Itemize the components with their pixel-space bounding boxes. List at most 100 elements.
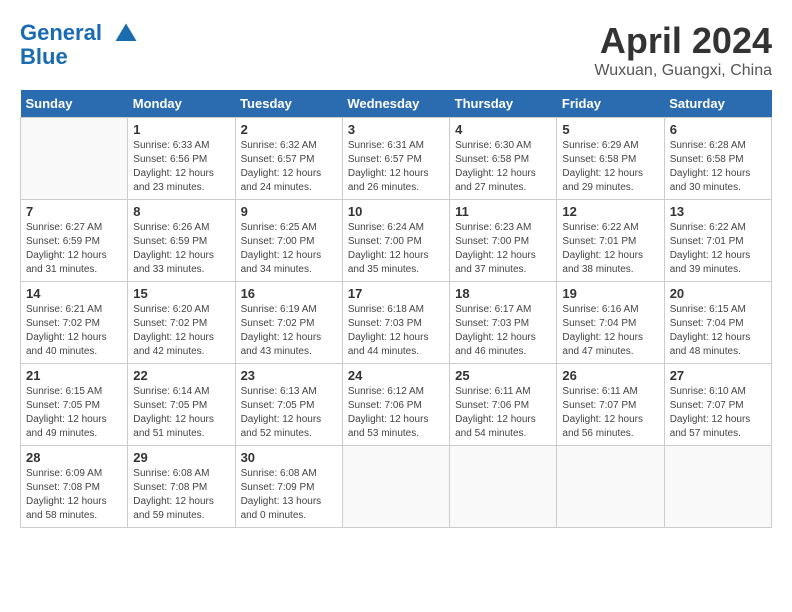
- calendar-cell: 12 Sunrise: 6:22 AM Sunset: 7:01 PM Dayli…: [557, 200, 664, 282]
- day-number: 2: [241, 122, 337, 137]
- calendar-cell: 16 Sunrise: 6:19 AM Sunset: 7:02 PM Dayli…: [235, 282, 342, 364]
- calendar-cell: 21 Sunrise: 6:15 AM Sunset: 7:05 PM Dayli…: [21, 364, 128, 446]
- day-info: Sunrise: 6:10 AM Sunset: 7:07 PM Dayligh…: [670, 385, 766, 441]
- weekday-monday: Monday: [128, 90, 235, 118]
- day-info: Sunrise: 6:25 AM Sunset: 7:00 PM Dayligh…: [241, 221, 337, 277]
- day-number: 23: [241, 368, 337, 383]
- calendar-cell: [664, 446, 771, 528]
- day-number: 14: [26, 286, 122, 301]
- day-info: Sunrise: 6:27 AM Sunset: 6:59 PM Dayligh…: [26, 221, 122, 277]
- day-number: 4: [455, 122, 551, 137]
- weekday-friday: Friday: [557, 90, 664, 118]
- weekday-wednesday: Wednesday: [342, 90, 449, 118]
- location: Wuxuan, Guangxi, China: [594, 62, 772, 80]
- calendar-cell: 19Sunrise: 6:16 AM Sunset: 7:04 PM Dayli…: [557, 282, 664, 364]
- logo: General Blue: [20, 20, 140, 70]
- week-row-5: 28 Sunrise: 6:09 AM Sunset: 7:08 PM Dayli…: [21, 446, 772, 528]
- day-info: Sunrise: 6:15 AM Sunset: 7:04 PM Dayligh…: [670, 303, 766, 359]
- day-number: 20: [670, 286, 766, 301]
- week-row-1: 1Sunrise: 6:33 AM Sunset: 6:56 PM Daylig…: [21, 118, 772, 200]
- calendar-cell: 28 Sunrise: 6:09 AM Sunset: 7:08 PM Dayli…: [21, 446, 128, 528]
- day-number: 24: [348, 368, 444, 383]
- day-number: 21: [26, 368, 122, 383]
- calendar-cell: [342, 446, 449, 528]
- page-header: General Blue April 2024 Wuxuan, Guangxi,…: [20, 20, 772, 80]
- calendar-cell: 26 Sunrise: 6:11 AM Sunset: 7:07 PM Dayli…: [557, 364, 664, 446]
- day-info: Sunrise: 6:15 AM Sunset: 7:05 PM Dayligh…: [26, 385, 122, 441]
- weekday-sunday: Sunday: [21, 90, 128, 118]
- calendar-cell: 18 Sunrise: 6:17 AM Sunset: 7:03 PM Dayli…: [450, 282, 557, 364]
- day-number: 26: [562, 368, 658, 383]
- day-number: 3: [348, 122, 444, 137]
- calendar-cell: 5Sunrise: 6:29 AM Sunset: 6:58 PM Daylig…: [557, 118, 664, 200]
- day-number: 9: [241, 204, 337, 219]
- day-number: 18: [455, 286, 551, 301]
- day-info: Sunrise: 6:29 AM Sunset: 6:58 PM Dayligh…: [562, 139, 658, 195]
- calendar-cell: 3 Sunrise: 6:31 AM Sunset: 6:57 PM Daylig…: [342, 118, 449, 200]
- calendar-cell: 8 Sunrise: 6:26 AM Sunset: 6:59 PM Daylig…: [128, 200, 235, 282]
- title-area: April 2024 Wuxuan, Guangxi, China: [594, 20, 772, 80]
- day-info: Sunrise: 6:08 AM Sunset: 7:08 PM Dayligh…: [133, 467, 229, 523]
- day-info: Sunrise: 6:13 AM Sunset: 7:05 PM Dayligh…: [241, 385, 337, 441]
- calendar-cell: 14 Sunrise: 6:21 AM Sunset: 7:02 PM Dayli…: [21, 282, 128, 364]
- day-number: 25: [455, 368, 551, 383]
- day-info: Sunrise: 6:30 AM Sunset: 6:58 PM Dayligh…: [455, 139, 551, 195]
- day-info: Sunrise: 6:21 AM Sunset: 7:02 PM Dayligh…: [26, 303, 122, 359]
- calendar-cell: 15 Sunrise: 6:20 AM Sunset: 7:02 PM Dayli…: [128, 282, 235, 364]
- calendar-cell: 13Sunrise: 6:22 AM Sunset: 7:01 PM Dayli…: [664, 200, 771, 282]
- day-number: 7: [26, 204, 122, 219]
- calendar-table: SundayMondayTuesdayWednesdayThursdayFrid…: [20, 90, 772, 528]
- day-info: Sunrise: 6:22 AM Sunset: 7:01 PM Dayligh…: [562, 221, 658, 277]
- day-number: 22: [133, 368, 229, 383]
- day-info: Sunrise: 6:14 AM Sunset: 7:05 PM Dayligh…: [133, 385, 229, 441]
- day-number: 19: [562, 286, 658, 301]
- day-number: 16: [241, 286, 337, 301]
- calendar-cell: 24 Sunrise: 6:12 AM Sunset: 7:06 PM Dayli…: [342, 364, 449, 446]
- calendar-cell: 2 Sunrise: 6:32 AM Sunset: 6:57 PM Daylig…: [235, 118, 342, 200]
- day-number: 27: [670, 368, 766, 383]
- day-info: Sunrise: 6:11 AM Sunset: 7:07 PM Dayligh…: [562, 385, 658, 441]
- calendar-cell: 27 Sunrise: 6:10 AM Sunset: 7:07 PM Dayli…: [664, 364, 771, 446]
- day-number: 29: [133, 450, 229, 465]
- day-info: Sunrise: 6:19 AM Sunset: 7:02 PM Dayligh…: [241, 303, 337, 359]
- day-info: Sunrise: 6:11 AM Sunset: 7:06 PM Dayligh…: [455, 385, 551, 441]
- day-number: 12: [562, 204, 658, 219]
- day-number: 10: [348, 204, 444, 219]
- day-number: 8: [133, 204, 229, 219]
- day-info: Sunrise: 6:12 AM Sunset: 7:06 PM Dayligh…: [348, 385, 444, 441]
- calendar-cell: 20 Sunrise: 6:15 AM Sunset: 7:04 PM Dayli…: [664, 282, 771, 364]
- day-number: 28: [26, 450, 122, 465]
- calendar-cell: 17Sunrise: 6:18 AM Sunset: 7:03 PM Dayli…: [342, 282, 449, 364]
- day-info: Sunrise: 6:08 AM Sunset: 7:09 PM Dayligh…: [241, 467, 337, 523]
- week-row-3: 14 Sunrise: 6:21 AM Sunset: 7:02 PM Dayli…: [21, 282, 772, 364]
- calendar-cell: 11 Sunrise: 6:23 AM Sunset: 7:00 PM Dayli…: [450, 200, 557, 282]
- calendar-cell: 23 Sunrise: 6:13 AM Sunset: 7:05 PM Dayli…: [235, 364, 342, 446]
- calendar-cell: [21, 118, 128, 200]
- day-info: Sunrise: 6:24 AM Sunset: 7:00 PM Dayligh…: [348, 221, 444, 277]
- calendar-cell: 7 Sunrise: 6:27 AM Sunset: 6:59 PM Daylig…: [21, 200, 128, 282]
- day-info: Sunrise: 6:20 AM Sunset: 7:02 PM Dayligh…: [133, 303, 229, 359]
- weekday-tuesday: Tuesday: [235, 90, 342, 118]
- month-title: April 2024: [594, 20, 772, 62]
- day-number: 30: [241, 450, 337, 465]
- day-info: Sunrise: 6:09 AM Sunset: 7:08 PM Dayligh…: [26, 467, 122, 523]
- weekday-thursday: Thursday: [450, 90, 557, 118]
- calendar-cell: [450, 446, 557, 528]
- day-info: Sunrise: 6:18 AM Sunset: 7:03 PM Dayligh…: [348, 303, 444, 359]
- day-number: 15: [133, 286, 229, 301]
- weekday-header-row: SundayMondayTuesdayWednesdayThursdayFrid…: [21, 90, 772, 118]
- day-number: 13: [670, 204, 766, 219]
- day-info: Sunrise: 6:33 AM Sunset: 6:56 PM Dayligh…: [133, 139, 229, 195]
- weekday-saturday: Saturday: [664, 90, 771, 118]
- week-row-4: 21 Sunrise: 6:15 AM Sunset: 7:05 PM Dayli…: [21, 364, 772, 446]
- calendar-body: 1Sunrise: 6:33 AM Sunset: 6:56 PM Daylig…: [21, 118, 772, 528]
- calendar-cell: 9 Sunrise: 6:25 AM Sunset: 7:00 PM Daylig…: [235, 200, 342, 282]
- week-row-2: 7 Sunrise: 6:27 AM Sunset: 6:59 PM Daylig…: [21, 200, 772, 282]
- calendar-cell: 22 Sunrise: 6:14 AM Sunset: 7:05 PM Dayli…: [128, 364, 235, 446]
- day-info: Sunrise: 6:31 AM Sunset: 6:57 PM Dayligh…: [348, 139, 444, 195]
- day-info: Sunrise: 6:17 AM Sunset: 7:03 PM Dayligh…: [455, 303, 551, 359]
- day-info: Sunrise: 6:32 AM Sunset: 6:57 PM Dayligh…: [241, 139, 337, 195]
- day-info: Sunrise: 6:23 AM Sunset: 7:00 PM Dayligh…: [455, 221, 551, 277]
- day-info: Sunrise: 6:26 AM Sunset: 6:59 PM Dayligh…: [133, 221, 229, 277]
- day-number: 11: [455, 204, 551, 219]
